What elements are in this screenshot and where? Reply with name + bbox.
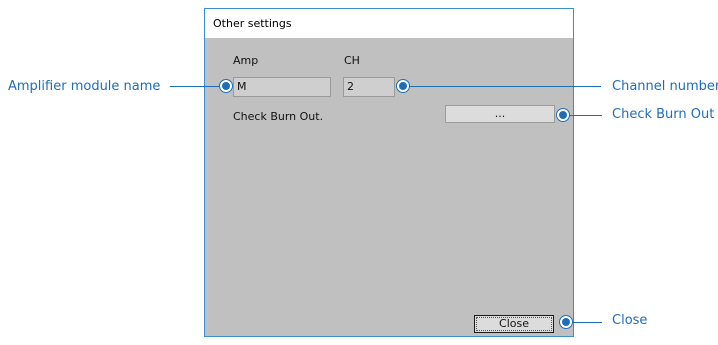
callout-line-check-burn-out bbox=[569, 115, 602, 116]
callout-channel-number: Channel number bbox=[612, 79, 718, 94]
other-settings-dialog: Other settings Amp CH M 2 Check Burn Out… bbox=[204, 8, 574, 337]
check-burn-out-label: Check Burn Out. bbox=[233, 110, 324, 123]
dialog-title: Other settings bbox=[205, 9, 573, 38]
callout-line-channel bbox=[409, 86, 601, 87]
amp-label: Amp bbox=[233, 54, 259, 67]
close-button[interactable]: Close bbox=[474, 315, 554, 333]
callout-line-amplifier bbox=[170, 86, 226, 87]
check-burn-out-button[interactable]: ... bbox=[445, 105, 555, 123]
callout-dot-channel bbox=[397, 80, 409, 92]
ch-label: CH bbox=[344, 54, 360, 67]
callout-dot-close bbox=[560, 316, 572, 328]
callout-dot-check-burn-out bbox=[557, 109, 569, 121]
callout-dot-amplifier bbox=[220, 80, 232, 92]
channel-number-field[interactable]: 2 bbox=[343, 77, 395, 97]
callout-close: Close bbox=[612, 313, 648, 328]
callout-check-burn-out: Check Burn Out bbox=[612, 107, 715, 122]
amplifier-module-name-field[interactable]: M bbox=[233, 77, 331, 97]
callout-amplifier-module-name: Amplifier module name bbox=[8, 79, 161, 94]
callout-line-close bbox=[572, 322, 602, 323]
